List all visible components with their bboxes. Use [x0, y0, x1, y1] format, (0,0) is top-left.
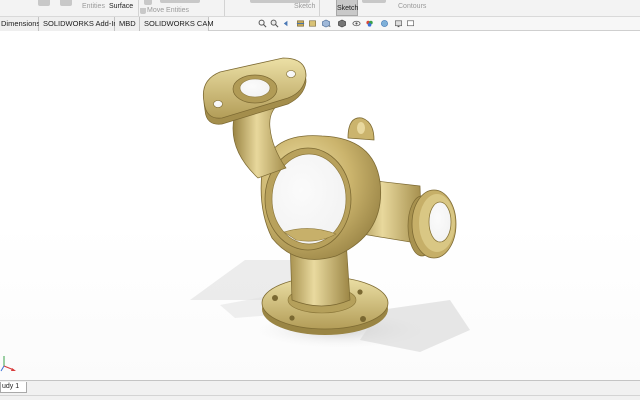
heads-up-view-toolbar: [258, 18, 418, 30]
ribbon-separator: [138, 0, 139, 16]
edit-appearance-icon[interactable]: [364, 19, 376, 28]
tab-motion-study[interactable]: udy 1: [0, 382, 27, 393]
ribbon-tool-icon[interactable]: [38, 0, 50, 6]
main-body: [260, 117, 382, 260]
ribbon-tool-icon[interactable]: [160, 0, 200, 3]
zoom-to-area-icon[interactable]: [270, 19, 279, 28]
dynamic-annotation-icon[interactable]: [308, 19, 317, 28]
view-orientation-icon[interactable]: [320, 19, 332, 28]
hide-show-items-icon[interactable]: [352, 19, 361, 28]
3d-model[interactable]: [0, 32, 640, 380]
entities-label: Entities: [82, 3, 105, 10]
status-bar-divider: [0, 395, 640, 396]
graphics-area[interactable]: [0, 32, 640, 380]
monitor-icon[interactable]: [406, 19, 415, 28]
sketch-button[interactable]: Sketch: [336, 0, 358, 16]
reference-triad-icon[interactable]: [0, 354, 20, 380]
move-entities-icon[interactable]: [140, 8, 146, 14]
apply-scene-icon[interactable]: [380, 19, 389, 28]
ribbon-tool-icon[interactable]: [362, 0, 386, 3]
ribbon-tool-icon[interactable]: [60, 0, 72, 6]
contours-label: Contours: [398, 3, 427, 10]
ribbon-separator: [319, 0, 320, 16]
ribbon: Entities Surface Move Entities Sketch Sk…: [0, 0, 640, 17]
tab-dimensions[interactable]: Dimensions: [0, 17, 40, 31]
tab-mbd[interactable]: MBD: [115, 17, 140, 31]
ribbon-tool-icon[interactable]: [144, 0, 152, 5]
sketch-label: Sketch: [294, 3, 316, 10]
section-view-icon[interactable]: [296, 19, 305, 28]
display-style-icon[interactable]: [336, 19, 348, 28]
surface-button[interactable]: Surface: [109, 3, 133, 10]
view-settings-icon[interactable]: [394, 19, 403, 28]
previous-view-icon[interactable]: [282, 19, 291, 28]
tab-solidworks-cam[interactable]: SOLIDWORKS CAM: [140, 17, 214, 31]
tab-solidworks-add-ins[interactable]: SOLIDWORKS Add-Ins: [39, 17, 121, 31]
ribbon-separator: [224, 0, 225, 16]
move-entities-button[interactable]: Move Entities: [147, 7, 189, 14]
search-icon[interactable]: [258, 19, 267, 28]
bottom-tab-bar: udy 1: [0, 380, 640, 400]
top-flange: [202, 57, 307, 125]
